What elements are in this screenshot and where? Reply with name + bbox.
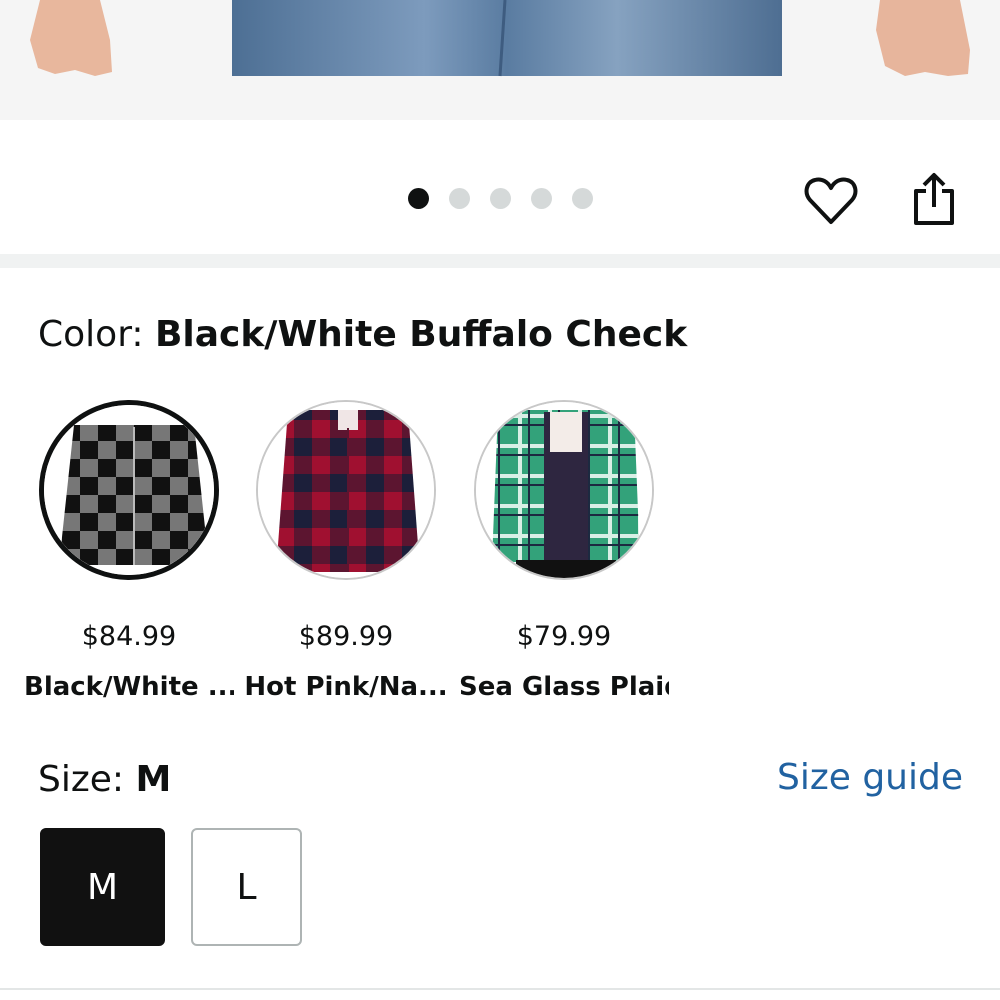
carousel-dot-5[interactable] — [572, 188, 593, 209]
carousel-dot-3[interactable] — [490, 188, 511, 209]
hot-pink-plaid-shirt-thumbnail — [258, 402, 434, 578]
size-guide-link[interactable]: Size guide — [777, 756, 963, 800]
size-option-l[interactable]: L — [191, 828, 302, 946]
swatch-image — [256, 400, 436, 580]
share-icon — [914, 173, 954, 225]
sea-glass-plaid-shirt-thumbnail — [476, 402, 652, 578]
color-swatch-black-white[interactable]: $84.99 Black/White ... — [24, 400, 234, 704]
selected-color-value: Black/White Buffalo Check — [154, 314, 688, 355]
color-swatch-sea-glass[interactable]: $79.99 Sea Glass Plaid — [459, 400, 669, 704]
section-divider-bottom — [0, 988, 1000, 990]
product-photo-illustration — [0, 0, 1000, 120]
swatch-name: Black/White ... — [24, 672, 234, 702]
swatch-name: Sea Glass Plaid — [459, 672, 669, 702]
carousel-dot-1[interactable] — [408, 188, 429, 209]
product-image[interactable] — [0, 0, 1000, 120]
buffalo-check-shirt-thumbnail — [44, 405, 214, 575]
carousel-dot-4[interactable] — [531, 188, 552, 209]
swatch-image — [474, 400, 654, 580]
swatch-price: $79.99 — [516, 621, 612, 652]
swatch-price: $84.99 — [81, 621, 177, 652]
color-label: Color: — [38, 314, 144, 355]
swatch-name: Hot Pink/Na... — [244, 672, 448, 702]
carousel-pagination — [408, 188, 593, 209]
size-option-m[interactable]: M — [40, 828, 165, 946]
selected-size-value: M — [135, 759, 172, 800]
carousel-dot-2[interactable] — [449, 188, 470, 209]
color-heading: Color: Black/White Buffalo Check — [38, 313, 687, 357]
section-divider — [0, 254, 1000, 268]
color-swatch-hot-pink[interactable]: $89.99 Hot Pink/Na... — [241, 400, 451, 704]
swatch-price: $89.99 — [298, 621, 394, 652]
size-label: Size: — [38, 759, 125, 800]
add-to-wishlist-button[interactable] — [800, 172, 862, 230]
size-heading: Size: M — [38, 758, 171, 802]
swatch-image — [39, 400, 219, 580]
heart-icon — [804, 177, 858, 224]
share-button[interactable] — [905, 168, 963, 230]
